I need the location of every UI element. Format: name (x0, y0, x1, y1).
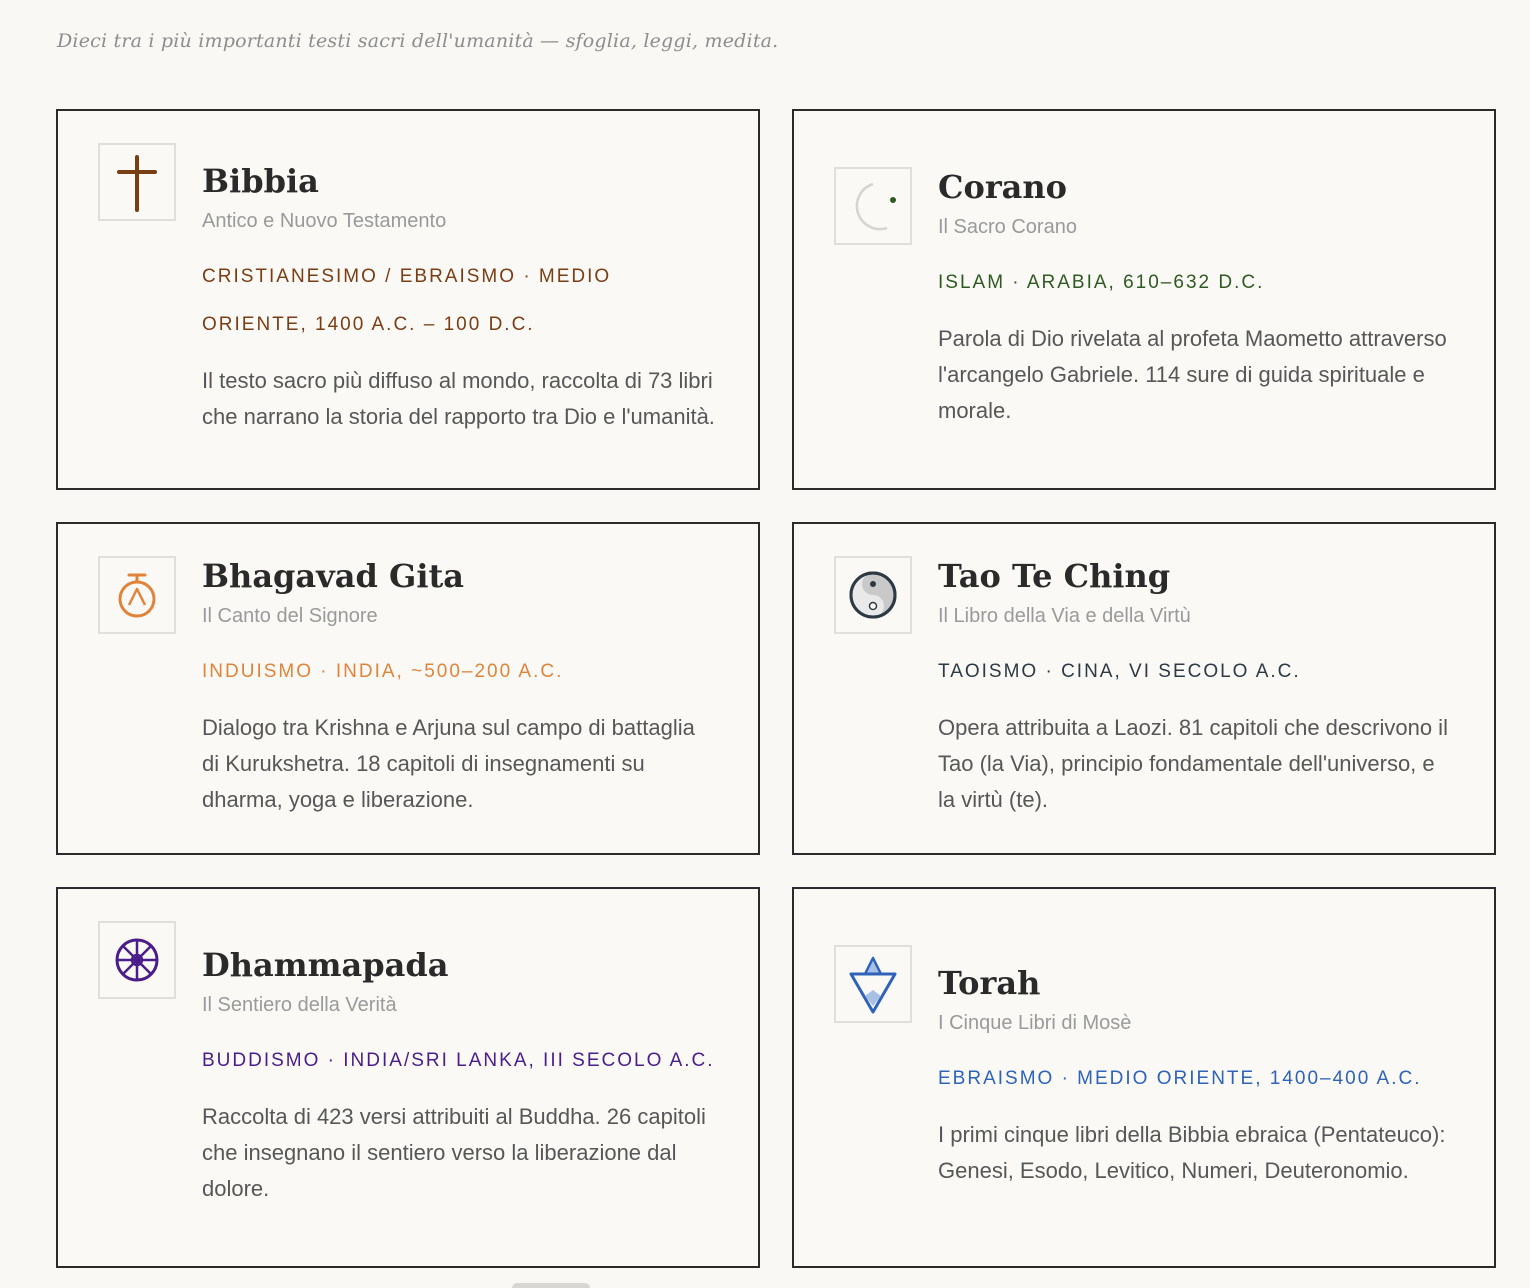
book-meta: TAOISMO · CINA, VI SECOLO A.C. (938, 660, 1301, 682)
book-meta: EBRAISMO · MEDIO ORIENTE, 1400–400 A.C. (938, 1067, 1422, 1089)
star-of-david-icon (834, 945, 912, 1023)
book-card-corano[interactable]: Corano Il Sacro Corano ISLAM · ARABIA, 6… (792, 109, 1496, 490)
book-card-torah[interactable]: Torah I Cinque Libri di Mosè EBRAISMO · … (792, 887, 1496, 1268)
book-subtitle: Il Sacro Corano (938, 215, 1077, 238)
book-title: Tao Te Ching (938, 556, 1171, 595)
dharma-wheel-icon (98, 921, 176, 999)
book-meta: ISLAM · ARABIA, 610–632 D.C. (938, 271, 1265, 293)
book-meta: BUDDISMO · INDIA/SRI LANKA, III SECOLO A… (202, 1049, 715, 1071)
book-title: Dhammapada (202, 945, 449, 984)
book-description: Dialogo tra Krishna e Arjuna sul campo d… (202, 714, 695, 812)
book-card-bibbia[interactable]: Bibbia Antico e Nuovo Testamento CRISTIA… (56, 109, 760, 490)
book-subtitle: Il Libro della Via e della Virtù (938, 604, 1191, 627)
book-description: Parola di Dio rivelata al profeta Maomet… (938, 325, 1447, 423)
book-subtitle: Il Sentiero della Verità (202, 993, 397, 1016)
book-description: Raccolta di 423 versi attribuiti al Budd… (202, 1103, 706, 1201)
book-title: Bibbia (202, 161, 319, 200)
book-description: Il testo sacro più diffuso al mondo, rac… (202, 367, 715, 429)
book-title: Bhagavad Gita (202, 556, 464, 595)
book-subtitle: Antico e Nuovo Testamento (202, 209, 447, 232)
cross-icon (98, 143, 176, 221)
book-subtitle: I Cinque Libri di Mosè (938, 1011, 1132, 1034)
book-meta: CRISTIANESIMO / EBRAISMO · MEDIO ORIENTE… (202, 265, 612, 335)
book-card-bhagavad-gita[interactable]: Bhagavad Gita Il Canto del Signore INDUI… (56, 522, 760, 855)
books-grid: Bibbia Antico e Nuovo Testamento CRISTIA… (56, 109, 1496, 1268)
yin-yang-icon (834, 556, 912, 634)
scroll-indicator[interactable] (512, 1283, 590, 1288)
book-title: Corano (938, 167, 1068, 206)
book-card-dhammapada[interactable]: Dhammapada Il Sentiero della Verità BUDD… (56, 887, 760, 1268)
book-meta: INDUISMO · INDIA, ~500–200 A.C. (202, 660, 564, 682)
book-description: Opera attribuita a Laozi. 81 capitoli ch… (938, 714, 1448, 812)
book-subtitle: Il Canto del Signore (202, 604, 378, 627)
om-icon (98, 556, 176, 634)
page-subtitle: Dieci tra i più importanti testi sacri d… (57, 30, 779, 52)
book-description: I primi cinque libri della Bibbia ebraic… (938, 1121, 1446, 1183)
book-card-tao-te-ching[interactable]: Tao Te Ching Il Libro della Via e della … (792, 522, 1496, 855)
book-title: Torah (938, 963, 1041, 1002)
crescent-icon (834, 167, 912, 245)
